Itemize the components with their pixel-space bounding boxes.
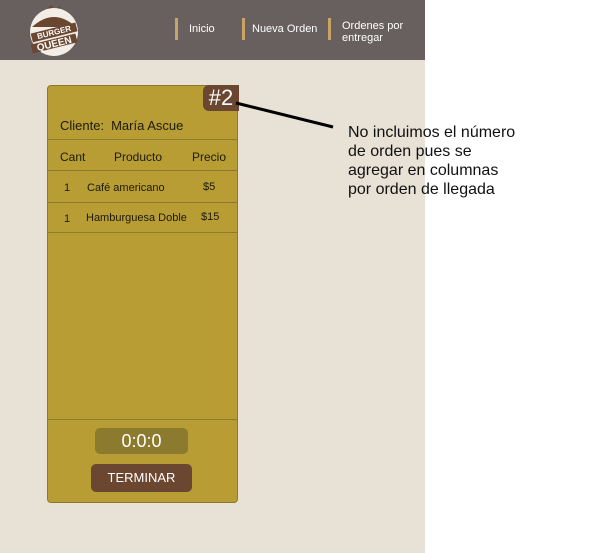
annotation-line: por orden de llegada: [348, 181, 495, 198]
annotation-line: de orden pues se: [348, 143, 472, 160]
annotation-note: No incluimos el número de orden pues se …: [348, 123, 588, 199]
screenshot-stage: BURGER QUEEN Inicio Nueva Orden Ordenes …: [0, 0, 603, 553]
annotation-line: No incluimos el número: [348, 124, 516, 141]
annotation-line: agregar en columnas: [348, 162, 499, 179]
annotation-pointer-line: [235, 101, 334, 129]
